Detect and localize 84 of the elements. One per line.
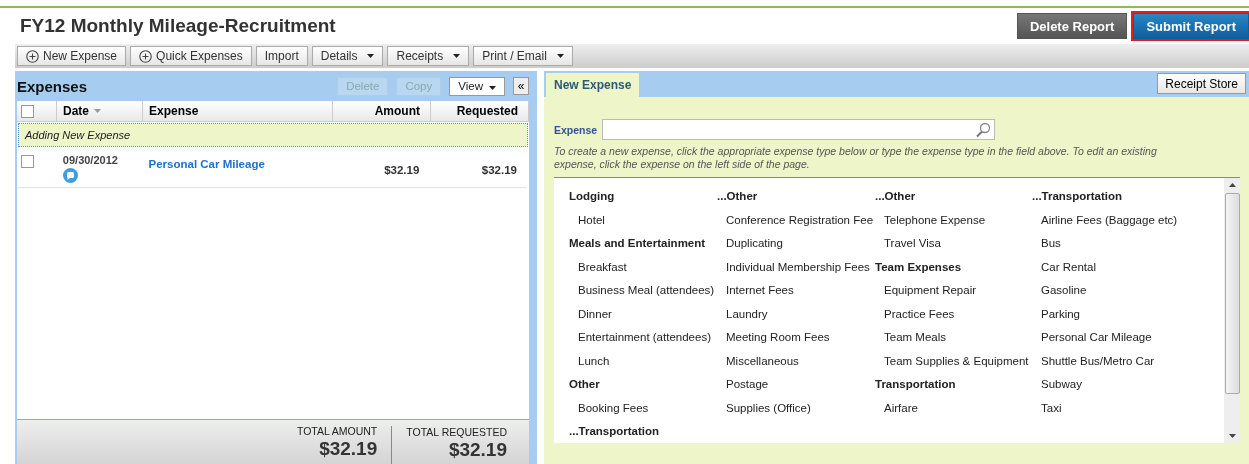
- column-header[interactable]: Date: [57, 101, 143, 121]
- category-heading: ...Transportation: [1032, 190, 1124, 204]
- expense-type-link[interactable]: Meeting Room Fees: [717, 331, 875, 355]
- column-header[interactable]: Requested: [431, 101, 529, 121]
- expense-type-link[interactable]: Gasoline: [1032, 284, 1224, 308]
- select-all-checkbox[interactable]: [21, 104, 34, 118]
- expense-type-link[interactable]: Lunch: [569, 354, 717, 378]
- category-heading: Other: [569, 378, 601, 392]
- expense-type-link[interactable]: Telephone Expense: [875, 213, 1032, 237]
- table-cell-text: $32.19: [480, 163, 518, 178]
- scrollbar[interactable]: [1224, 178, 1240, 443]
- total-value: $32.19: [448, 439, 507, 461]
- search-icon: [975, 121, 992, 138]
- expense-type-link[interactable]: Practice Fees: [875, 307, 1032, 331]
- report-button[interactable]: Delete Report: [1016, 13, 1128, 39]
- adding-row[interactable]: Adding New Expense: [18, 123, 528, 147]
- category-heading: ...Other: [875, 190, 917, 204]
- expense-type-link[interactable]: Shuttle Bus/Metro Car: [1032, 354, 1224, 378]
- add-icon: [26, 49, 39, 63]
- collapse-button[interactable]: «: [513, 77, 529, 95]
- sort-icon: [94, 109, 101, 113]
- caret-icon: [453, 54, 461, 58]
- expense-type-link[interactable]: Airline Fees (Baggage etc): [1032, 213, 1224, 237]
- menu-button[interactable]: Receipts: [387, 46, 470, 66]
- category-heading: Team Expenses: [875, 260, 963, 275]
- expense-type-link[interactable]: Supplies (Office): [717, 401, 875, 425]
- expense-type-link[interactable]: Team Supplies & Equipment: [875, 354, 1032, 378]
- toolbar-button[interactable]: Import: [255, 46, 308, 66]
- receipt-store-button[interactable]: Receipt Store: [1157, 73, 1246, 94]
- expense-type-link[interactable]: Conference Registration Fee: [717, 213, 875, 237]
- expense-type-link[interactable]: Miscellaneous: [717, 354, 875, 378]
- expense-type-link[interactable]: Taxi: [1032, 401, 1224, 425]
- toolbar-button[interactable]: New Expense: [17, 46, 127, 66]
- expense-type-link[interactable]: Travel Visa: [875, 237, 1032, 261]
- expense-type-link[interactable]: Team Meals: [875, 331, 1032, 355]
- expense-type-link[interactable]: Bus: [1032, 237, 1224, 261]
- row-checkbox[interactable]: [21, 155, 34, 168]
- category-heading: Lodging: [569, 190, 616, 204]
- column-header[interactable]: Amount: [333, 101, 431, 121]
- menu-button[interactable]: Print / Email: [473, 46, 573, 66]
- report-title: FY12 Monthly Mileage-Recruitment: [20, 15, 336, 37]
- category-heading: Transportation: [875, 378, 957, 392]
- table-cell: 09/30/2012: [62, 154, 118, 166]
- total-label: TOTAL REQUESTED: [406, 426, 507, 438]
- action-button[interactable]: View: [449, 76, 505, 96]
- field-label: Expense: [554, 123, 598, 136]
- category-heading: ...Transportation: [569, 425, 661, 439]
- expense-type-link[interactable]: Entertainment (attendees): [569, 331, 717, 355]
- tab[interactable]: New Expense: [546, 73, 640, 97]
- expense-type-link[interactable]: Laundry: [717, 307, 875, 331]
- expense-type-link[interactable]: Dinner: [569, 307, 717, 331]
- table-cell-text: $32.19: [383, 163, 421, 178]
- expense-type-link[interactable]: Subway: [1032, 378, 1224, 402]
- expense-search-field[interactable]: [602, 119, 996, 140]
- expense-link[interactable]: Personal Car Mileage: [148, 158, 265, 170]
- column-header[interactable]: Expense: [143, 101, 333, 121]
- hint-text: To create a new expense, click the appropriate expense type below or type the expense type in the field above. To edit an existing expense, click the expense on the left side of the page.: [554, 145, 1158, 171]
- total-value: $32.19: [319, 438, 378, 460]
- report-button[interactable]: Submit Report: [1133, 13, 1249, 39]
- panel-title: Expenses: [17, 77, 88, 95]
- expense-type-link[interactable]: Duplicating: [717, 237, 875, 261]
- caret-icon: [556, 54, 564, 58]
- add-icon: [139, 49, 153, 63]
- scroll-up-icon[interactable]: [1228, 183, 1236, 187]
- expense-type-link[interactable]: Breakfast: [569, 260, 717, 284]
- expense-type-link[interactable]: Booking Fees: [569, 401, 717, 425]
- expense-type-link[interactable]: Airfare: [875, 401, 1032, 425]
- category-heading: ...Other: [717, 190, 759, 204]
- expense-type-link[interactable]: Personal Car Mileage: [1032, 331, 1224, 355]
- expense-type-link[interactable]: Car Rental: [1032, 260, 1224, 284]
- caret-icon: [489, 86, 496, 90]
- category-heading: Meals and Entertainment: [569, 237, 707, 251]
- expense-type-link[interactable]: Parking: [1032, 307, 1224, 331]
- total-label: TOTAL AMOUNT: [296, 425, 378, 437]
- expense-type-link[interactable]: Hotel: [569, 213, 717, 237]
- caret-icon: [367, 54, 375, 58]
- toolbar-button[interactable]: Quick Expenses: [130, 46, 252, 66]
- menu-button[interactable]: Details: [311, 46, 384, 66]
- scroll-down-icon[interactable]: [1228, 434, 1236, 438]
- expense-type-link[interactable]: Postage: [717, 378, 875, 402]
- expense-type-link[interactable]: Individual Membership Fees: [717, 260, 875, 284]
- expense-type-link[interactable]: Equipment Repair: [875, 284, 1032, 308]
- expense-type-link[interactable]: Business Meal (attendees): [569, 284, 717, 308]
- expense-type-link[interactable]: Internet Fees: [717, 284, 875, 308]
